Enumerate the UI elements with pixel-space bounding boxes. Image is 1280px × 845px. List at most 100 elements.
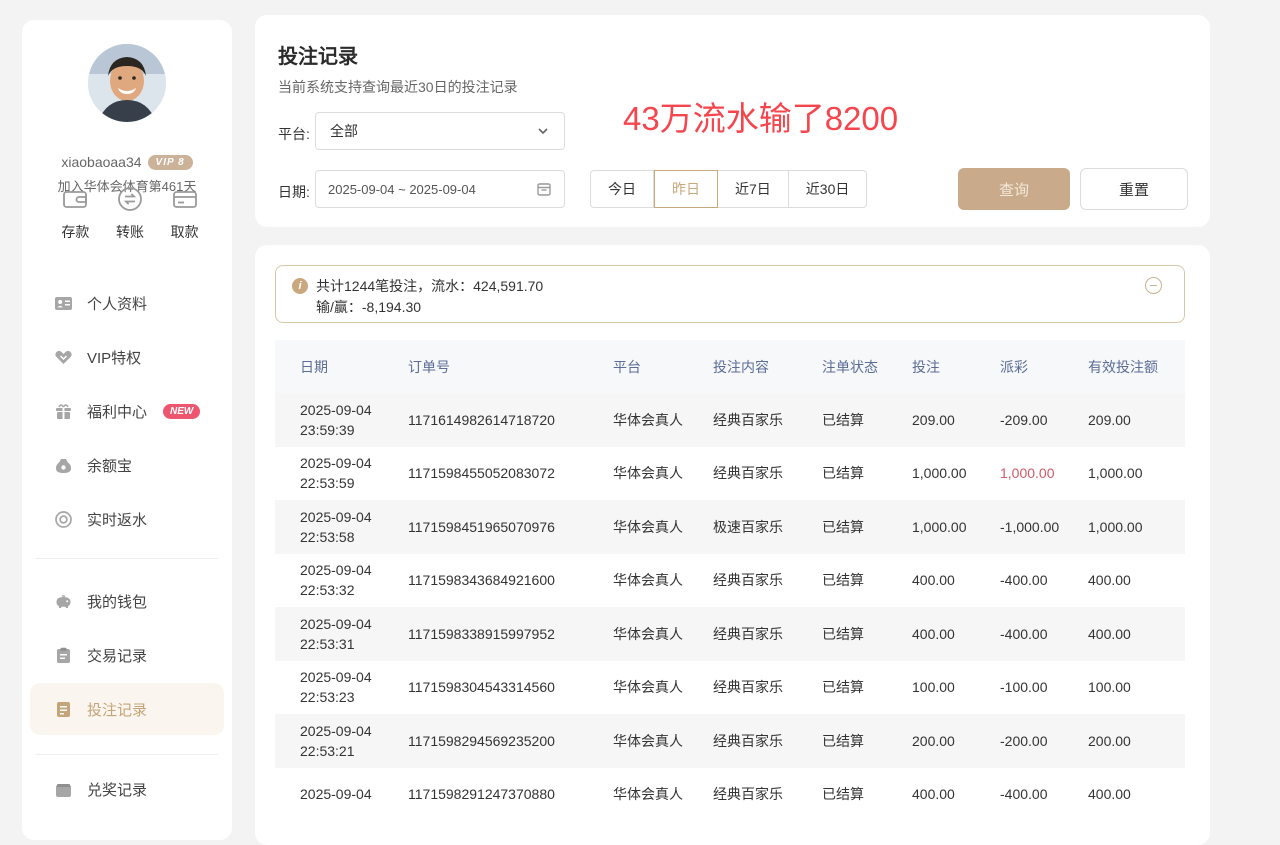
page-subtitle: 当前系统支持查询最近30日的投注记录 [278, 77, 518, 97]
sidebar-item-welfare[interactable]: 福利中心 NEW [22, 384, 232, 438]
reset-button[interactable]: 重置 [1080, 168, 1188, 210]
cell-date: 2025-09-04 [300, 784, 408, 804]
cell-status: 已结算 [822, 410, 912, 430]
cell-platform: 华体会真人 [613, 624, 713, 644]
cell-status: 已结算 [822, 463, 912, 483]
transfer-button[interactable]: 转账 [103, 184, 158, 242]
cell-content: 经典百家乐 [713, 410, 822, 430]
cell-content: 经典百家乐 [713, 731, 822, 751]
sidebar-item-rebate[interactable]: 实时返水 [22, 492, 232, 546]
page-title: 投注记录 [278, 40, 358, 69]
sidebar-item-wallet[interactable]: 我的钱包 [22, 574, 232, 628]
clipboard-icon [54, 646, 73, 665]
sidebar-divider [36, 558, 218, 559]
cell-valid: 1,000.00 [1088, 465, 1185, 481]
bet-record-icon [54, 700, 73, 719]
chevron-down-icon [536, 124, 550, 138]
card-icon [170, 184, 200, 214]
cell-content: 极速百家乐 [713, 517, 822, 537]
cell-status: 已结算 [822, 570, 912, 590]
cell-bet: 200.00 [912, 733, 1000, 749]
cell-date: 2025-09-0422:53:59 [300, 453, 408, 493]
cell-payout: -400.00 [1000, 786, 1088, 802]
search-button[interactable]: 查询 [958, 168, 1070, 210]
sidebar-item-prize-records[interactable]: 兑奖记录 [22, 762, 232, 816]
cell-payout: 1,000.00 [1000, 465, 1088, 481]
summary-box: i 共计1244笔投注，流水：424,591.70 输/赢：-8,194.30 [275, 265, 1185, 323]
sidebar-item-transactions[interactable]: 交易记录 [22, 628, 232, 682]
sidebar-item-label: 个人资料 [87, 293, 147, 314]
cell-payout: -200.00 [1000, 733, 1088, 749]
quick-date-7days[interactable]: 近7日 [718, 170, 789, 208]
nav-group-bottom: 我的钱包 交易记录 投注记录 [22, 574, 232, 736]
cell-valid: 400.00 [1088, 626, 1185, 642]
transfer-label: 转账 [116, 222, 144, 242]
table-row: 2025-09-0423:59:39 1171614982614718720 华… [275, 393, 1185, 447]
table-row: 2025-09-0422:53:31 1171598338915997952 华… [275, 607, 1185, 661]
collapse-icon[interactable] [1145, 277, 1162, 294]
table-row: 2025-09-0422:53:58 1171598451965070976 华… [275, 500, 1185, 554]
wallet-icon [60, 184, 90, 214]
cell-platform: 华体会真人 [613, 463, 713, 483]
sidebar-item-label: 交易记录 [87, 645, 147, 666]
quick-date-group: 今日 昨日 近7日 近30日 [590, 170, 867, 208]
user-avatar[interactable] [88, 44, 166, 122]
cell-date: 2025-09-0422:53:23 [300, 667, 408, 707]
quick-date-30days[interactable]: 近30日 [789, 170, 868, 208]
bet-records-table: 日期 订单号 平台 投注内容 注单状态 投注 派彩 有效投注额 2025-09-… [275, 340, 1185, 821]
quick-date-yesterday[interactable]: 昨日 [654, 170, 718, 208]
sidebar-item-vip[interactable]: VIP特权 [22, 330, 232, 384]
quick-actions: 存款 转账 取款 [48, 184, 212, 242]
sidebar-item-label: 福利中心 [87, 401, 147, 422]
withdraw-button[interactable]: 取款 [157, 184, 212, 242]
cell-content: 经典百家乐 [713, 784, 822, 804]
cell-date: 2025-09-0422:53:21 [300, 721, 408, 761]
cell-platform: 华体会真人 [613, 677, 713, 697]
cell-status: 已结算 [822, 624, 912, 644]
platform-select[interactable]: 全部 [315, 112, 565, 150]
cell-date: 2025-09-0423:59:39 [300, 400, 408, 440]
cell-payout: -1,000.00 [1000, 519, 1088, 535]
date-range-input[interactable]: 2025-09-04 ~ 2025-09-04 [315, 170, 565, 208]
cell-status: 已结算 [822, 517, 912, 537]
cell-content: 经典百家乐 [713, 463, 822, 483]
cell-valid: 100.00 [1088, 679, 1185, 695]
deposit-button[interactable]: 存款 [48, 184, 103, 242]
cell-date: 2025-09-0422:53:32 [300, 560, 408, 600]
sidebar-item-profile[interactable]: 个人资料 [22, 276, 232, 330]
records-card: i 共计1244笔投注，流水：424,591.70 输/赢：-8,194.30 … [255, 245, 1210, 845]
col-header-order: 订单号 [408, 357, 613, 377]
cell-platform: 华体会真人 [613, 731, 713, 751]
cell-bet: 1,000.00 [912, 465, 1000, 481]
vip-badge: VIP 8 [148, 155, 193, 170]
filters-card: 投注记录 当前系统支持查询最近30日的投注记录 43万流水输了8200 平台: … [255, 15, 1210, 227]
table-row: 2025-09-04 1171598291247370880 华体会真人 经典百… [275, 768, 1185, 822]
date-label: 日期: [278, 182, 310, 202]
col-header-content: 投注内容 [713, 357, 822, 377]
sidebar-item-label: 兑奖记录 [87, 779, 147, 800]
col-header-payout: 派彩 [1000, 357, 1088, 377]
quick-date-today[interactable]: 今日 [590, 170, 654, 208]
cell-date: 2025-09-0422:53:58 [300, 507, 408, 547]
sidebar-item-label: 我的钱包 [87, 591, 147, 612]
nav-group-top: 个人资料 VIP特权 福利中心 NEW 余额宝 实时返水 [22, 276, 232, 546]
prize-icon [54, 780, 73, 799]
sidebar-item-yuebao[interactable]: 余额宝 [22, 438, 232, 492]
sidebar: xiaobaoaa34 VIP 8 加入华体会体育第461天 存款 转账 [22, 20, 232, 840]
cell-payout: -100.00 [1000, 679, 1088, 695]
new-badge: NEW [163, 404, 200, 419]
cell-status: 已结算 [822, 784, 912, 804]
cell-order: 1171598294569235200 [408, 733, 613, 749]
platform-label: 平台: [278, 124, 310, 144]
cell-platform: 华体会真人 [613, 410, 713, 430]
sidebar-item-bet-records[interactable]: 投注记录 [30, 683, 224, 735]
cell-bet: 400.00 [912, 572, 1000, 588]
info-icon: i [292, 278, 308, 294]
rebate-icon [54, 510, 73, 529]
cell-valid: 400.00 [1088, 786, 1185, 802]
table-row: 2025-09-0422:53:32 1171598343684921600 华… [275, 554, 1185, 608]
col-header-status: 注单状态 [822, 357, 912, 377]
piggy-icon [54, 592, 73, 611]
deposit-label: 存款 [61, 222, 89, 242]
cell-content: 经典百家乐 [713, 677, 822, 697]
